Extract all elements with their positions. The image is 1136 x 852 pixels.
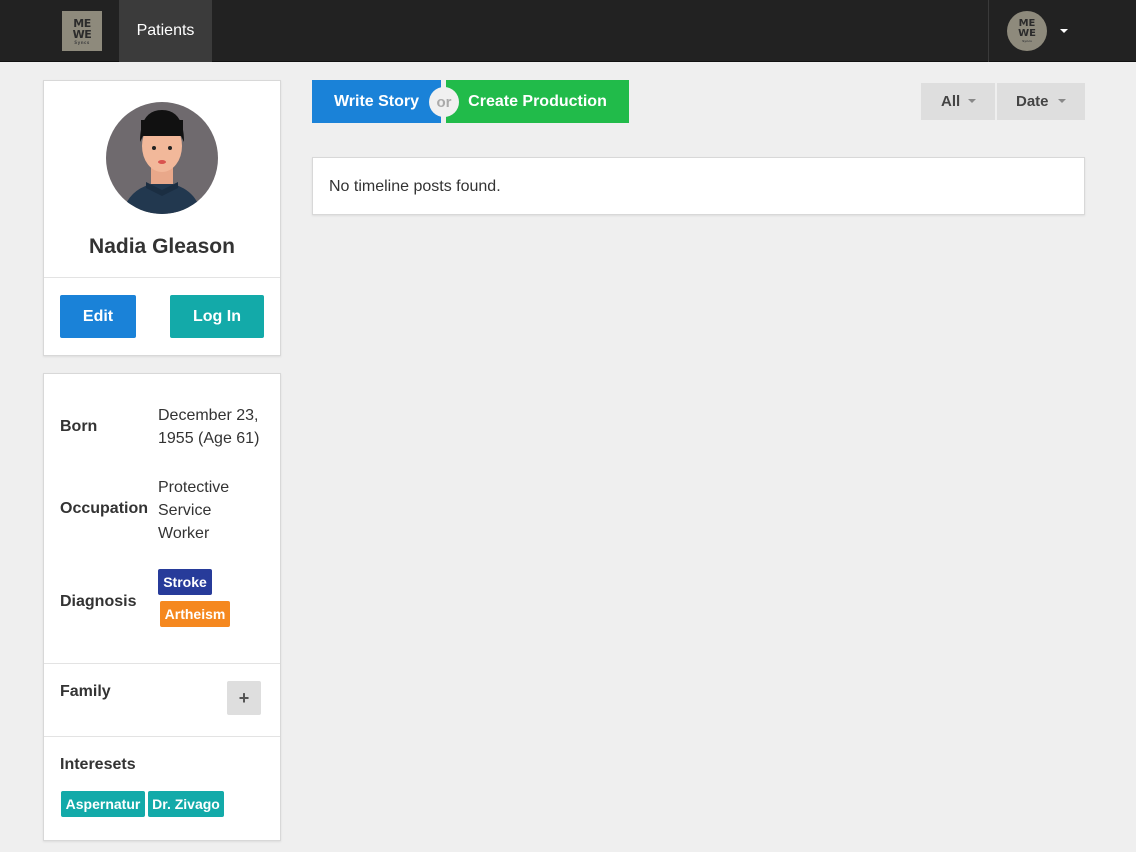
profile-divider <box>44 277 280 278</box>
nav-item-patients[interactable]: Patients <box>119 0 212 62</box>
top-navbar: ME WE Syncs Patients ME WE Syncs <box>0 0 1136 62</box>
occupation-value-line2: Service <box>158 502 212 519</box>
interest-badge-aspernatur[interactable]: Aspernatur <box>61 791 145 817</box>
logo-sub: Syncs <box>74 39 90 45</box>
filter-all-dropdown[interactable]: All <box>921 83 995 120</box>
born-value-line1: December 23, <box>158 407 259 424</box>
patient-name: Nadia Gleason <box>89 235 235 258</box>
filter-all-label: All <box>941 93 961 110</box>
filter-date-dropdown[interactable]: Date <box>997 83 1085 120</box>
timeline-empty-message: No timeline posts found. <box>329 178 501 195</box>
user-avatar-line2: WE <box>1018 28 1036 39</box>
create-production-button[interactable]: Create Production <box>446 80 629 123</box>
or-separator: or <box>429 87 459 117</box>
interest-badge-dr-zivago[interactable]: Dr. Zivago <box>148 791 224 817</box>
family-divider <box>44 663 280 664</box>
user-menu[interactable]: ME WE Syncs <box>988 0 1136 62</box>
filter-all-caret-icon <box>968 99 976 103</box>
patient-info-card: Born December 23, 1955 (Age 61) Occupati… <box>43 373 281 841</box>
born-value: December 23, 1955 (Age 61) <box>158 404 259 450</box>
family-label: Family <box>60 683 111 700</box>
occupation-value: Protective Service Worker <box>158 476 229 545</box>
interests-label: Interesets <box>60 756 136 773</box>
diagnosis-badge-stroke[interactable]: Stroke <box>158 569 212 595</box>
occupation-label: Occupation <box>60 500 149 517</box>
profile-card: Nadia Gleason Edit Log In <box>43 80 281 356</box>
user-menu-caret-icon[interactable] <box>1060 29 1068 33</box>
write-story-button[interactable]: Write Story <box>312 80 441 123</box>
login-button[interactable]: Log In <box>170 295 264 338</box>
timeline-panel: No timeline posts found. <box>312 157 1085 215</box>
add-family-button[interactable]: + <box>227 681 261 715</box>
logo-line2: WE <box>72 27 92 41</box>
user-avatar-sub: Syncs <box>1022 39 1032 43</box>
app-logo[interactable]: ME WE Syncs <box>62 11 102 51</box>
occupation-value-line3: Worker <box>158 525 210 542</box>
interests-divider <box>44 736 280 737</box>
patient-avatar <box>106 102 218 214</box>
filter-date-caret-icon <box>1058 99 1066 103</box>
born-label: Born <box>60 418 98 435</box>
occupation-value-line1: Protective <box>158 479 230 496</box>
diagnosis-badge-artheism[interactable]: Artheism <box>160 601 230 627</box>
edit-button[interactable]: Edit <box>60 295 136 338</box>
filter-date-label: Date <box>1016 93 1049 110</box>
user-avatar[interactable]: ME WE Syncs <box>1007 11 1047 51</box>
logo-line1: ME <box>73 16 91 30</box>
diagnosis-label: Diagnosis <box>60 593 137 610</box>
born-value-line2: 1955 (Age 61) <box>158 430 260 447</box>
